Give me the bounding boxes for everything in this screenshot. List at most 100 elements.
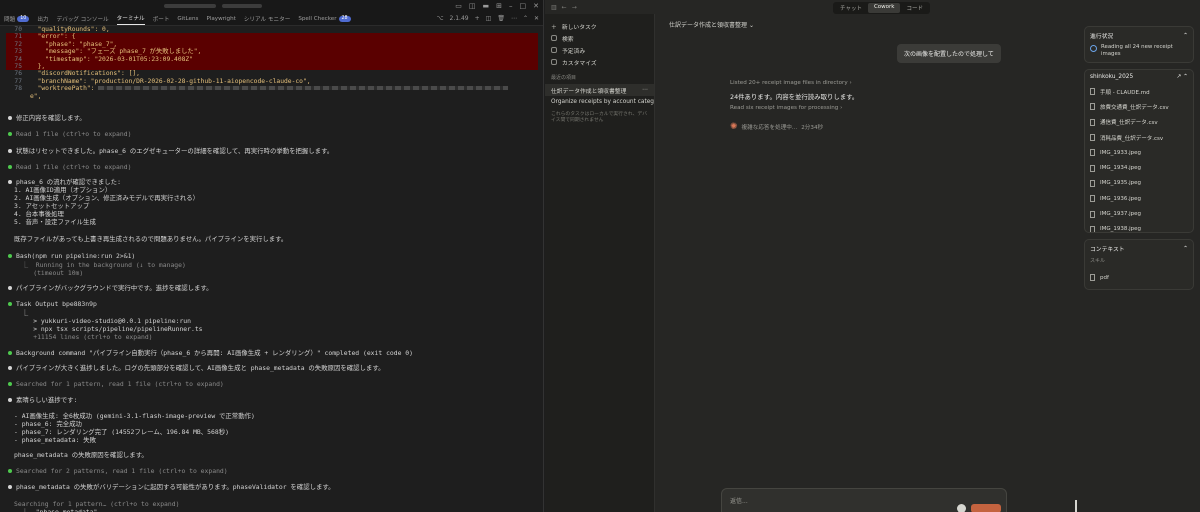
code-text: "worktreePath": bbox=[30, 85, 95, 93]
chevron-down-icon: ⌄ bbox=[748, 22, 754, 29]
redacted-title bbox=[164, 4, 216, 8]
tab-ports[interactable]: ポート bbox=[153, 15, 170, 23]
recent-item-active[interactable]: 仕訳データ作成と領収書整理 ⋯ bbox=[545, 84, 654, 96]
tab-gitlens[interactable]: GitLens bbox=[177, 16, 198, 22]
grid-icon[interactable]: ⊞ bbox=[496, 2, 502, 10]
mode-chat[interactable]: チャット bbox=[834, 3, 868, 13]
file-item[interactable]: 消耗品費_仕訳データ.csv bbox=[1090, 130, 1188, 145]
tab-terminal[interactable]: ターミナル bbox=[116, 14, 145, 25]
mode-code[interactable]: コード bbox=[900, 3, 929, 13]
tab-spell-checker[interactable]: Spell Checker 28 bbox=[298, 15, 351, 22]
message-text: Read 1 file (ctrl+o to expand) bbox=[16, 163, 132, 171]
minimize-icon[interactable]: – bbox=[509, 2, 513, 10]
message-text: 4. 台本事後処理 bbox=[14, 210, 64, 218]
image-file-icon bbox=[1090, 149, 1095, 157]
chevron-up-icon[interactable]: ⌃ bbox=[1183, 74, 1188, 80]
file-item[interactable]: IMG_1937.jpeg bbox=[1090, 206, 1188, 221]
file-item[interactable]: IMG_1933.jpeg bbox=[1090, 145, 1188, 160]
status-dot-icon bbox=[8, 382, 12, 386]
message-detail: ⎿ "phase_metadata" bbox=[14, 508, 98, 512]
code-line: 73 "message": "フェーズ phase_7 が失敗しました", bbox=[6, 48, 538, 56]
message-detail: 2. AI画像生成（オプション、修正済みモデルで再実行される） bbox=[14, 194, 199, 202]
sidebar-customize[interactable]: カスタマイズ bbox=[545, 56, 654, 68]
status-dot-icon bbox=[8, 149, 12, 153]
stop-button[interactable] bbox=[971, 504, 1001, 512]
message-text: ⎿ Running in the background (↓ to manage… bbox=[14, 261, 186, 269]
tool-step[interactable]: Read six receipt images for processing › bbox=[730, 105, 842, 111]
recent-item[interactable]: Organize receipts by account categ bbox=[545, 96, 654, 108]
chevron-up-icon[interactable]: ⌃ bbox=[1183, 33, 1188, 39]
file-item[interactable]: IMG_1938.jpeg bbox=[1090, 222, 1188, 232]
vscode-window: ▭ ◫ ▬ ⊞ – □ ✕ 問題 10 出力 デバッグ コンソール ターミナル ポ… bbox=[0, 0, 544, 512]
open-icon[interactable]: ↗ bbox=[1176, 74, 1181, 80]
code-line: 76 "discordNotifications": [], bbox=[6, 70, 538, 77]
tab-debug-console[interactable]: デバッグ コンソール bbox=[57, 15, 109, 23]
reply-composer[interactable]: 返信... bbox=[721, 488, 1007, 512]
forward-icon[interactable]: → bbox=[572, 4, 577, 11]
maximize-panel-icon[interactable]: ⌃ bbox=[523, 15, 528, 22]
tab-serial-monitor[interactable]: シリアル モニター bbox=[244, 15, 290, 23]
back-icon[interactable]: ← bbox=[562, 4, 567, 11]
panel-icon[interactable]: ▬ bbox=[483, 2, 490, 10]
sidebar-search[interactable]: 検索 bbox=[545, 32, 654, 44]
split-terminal-icon[interactable]: ◫ bbox=[486, 15, 492, 22]
task-title[interactable]: 仕訳データ作成と領収書整理 ⌄ bbox=[669, 20, 754, 29]
message-detail: ⎿ Running in the background (↓ to manage… bbox=[14, 261, 186, 269]
message-text: 1. AI画像ID適用（オプション） bbox=[14, 186, 112, 194]
sidebar-scheduled[interactable]: 予定済み bbox=[545, 44, 654, 56]
code-text: "discordNotifications": [], bbox=[30, 70, 140, 78]
more-icon[interactable]: ⋯ bbox=[642, 87, 648, 93]
sidebar-new-task[interactable]: ＋新しいタスク bbox=[545, 20, 654, 32]
progress-title: 進行状況 bbox=[1090, 34, 1114, 40]
message-detail: 既存ファイルがあっても上書き再生成されるので問題ありません。パイプラインを実行し… bbox=[14, 235, 287, 243]
tab-output[interactable]: 出力 bbox=[37, 15, 48, 23]
code-line: 77 "branchName": "production/DR-2026-02-… bbox=[6, 78, 538, 85]
add-terminal-icon[interactable]: + bbox=[475, 15, 480, 22]
agent-message: 素晴らしい進捗です: bbox=[8, 396, 77, 404]
tab-playwright[interactable]: Playwright bbox=[206, 16, 235, 22]
file-name: IMG_1934.jpeg bbox=[1100, 165, 1142, 172]
close-panel-icon[interactable]: ✕ bbox=[534, 15, 539, 22]
file-item[interactable]: 手順 - CLAUDE.md bbox=[1090, 84, 1188, 99]
trash-icon[interactable]: 🗑 bbox=[497, 15, 505, 22]
message-text: +11154 lines (ctrl+o to expand) bbox=[14, 333, 153, 341]
folder-card: shinkoku_2025 ↗ ⌃ 手順 - CLAUDE.md 旅費交通費_仕訳デ… bbox=[1084, 69, 1194, 233]
terminal-output[interactable]: 70 "qualityRounds": 0, 71 "error": {72 "p… bbox=[0, 26, 543, 512]
message-text: Bash(npm run pipeline:run 2>&1) bbox=[16, 252, 136, 260]
terminal-name[interactable]: 2.1.49 bbox=[450, 15, 469, 22]
skill-item[interactable]: pdf bbox=[1090, 270, 1188, 285]
tool-step[interactable]: Listed 20+ receipt image files in direct… bbox=[730, 80, 852, 86]
user-message: 次の画像を配置したので処理して bbox=[897, 44, 1001, 63]
tab-problems[interactable]: 問題 10 bbox=[4, 15, 30, 23]
mode-cowork[interactable]: Cowork bbox=[867, 3, 901, 13]
status-dot-icon bbox=[8, 485, 12, 489]
close-icon[interactable]: ✕ bbox=[533, 2, 539, 10]
line-number: 77 bbox=[14, 77, 22, 85]
agent-message: Searched for 2 patterns, read 1 file (ct… bbox=[8, 467, 228, 475]
message-text: 状態はリセットできました。phase_6 のエグゼキューターの詳細を確認して、再… bbox=[16, 147, 334, 155]
message-text: 3. アセットセットアップ bbox=[14, 202, 90, 210]
chevron-up-icon[interactable]: ⌃ bbox=[1183, 246, 1188, 252]
maximize-icon[interactable]: □ bbox=[520, 2, 527, 10]
message-detail: 3. アセットセットアップ bbox=[14, 202, 89, 210]
layout-icon[interactable]: ▭ bbox=[455, 2, 462, 10]
message-text: > yukkuri-video-studio@0.0.1 pipeline:ru… bbox=[14, 317, 191, 325]
file-item[interactable]: IMG_1934.jpeg bbox=[1090, 160, 1188, 175]
clock-icon bbox=[551, 47, 557, 53]
file-item[interactable]: IMG_1936.jpeg bbox=[1090, 191, 1188, 206]
split-icon[interactable]: ◫ bbox=[469, 2, 476, 10]
message-text: Searched for 1 pattern, read 1 file (ctr… bbox=[16, 380, 224, 388]
agent-message: phase_6 の流れが確認できました: bbox=[8, 178, 121, 186]
code-text: "timestamp": "2026-03-01T05:23:09.408Z" bbox=[30, 55, 194, 63]
scrollbar[interactable] bbox=[1075, 500, 1077, 512]
file-item[interactable]: 旅費交通費_仕訳データ.csv bbox=[1090, 99, 1188, 114]
model-icon[interactable] bbox=[957, 504, 966, 512]
more-icon[interactable]: ⋯ bbox=[511, 15, 517, 22]
file-item[interactable]: 通信費_仕訳データ.csv bbox=[1090, 115, 1188, 130]
sidebar-toggle-icon[interactable]: ▥ bbox=[551, 4, 557, 11]
message-detail: 4. 台本事後処理 bbox=[14, 210, 64, 218]
thinking-status: ✺ 複雑な応答を処理中... 2分34秒 bbox=[730, 122, 824, 132]
sync-note: これらのタスクはローカルで実行され、デバイス間で同期されません bbox=[551, 112, 647, 123]
file-item[interactable]: IMG_1935.jpeg bbox=[1090, 176, 1188, 191]
line-number: 72 bbox=[14, 40, 22, 48]
